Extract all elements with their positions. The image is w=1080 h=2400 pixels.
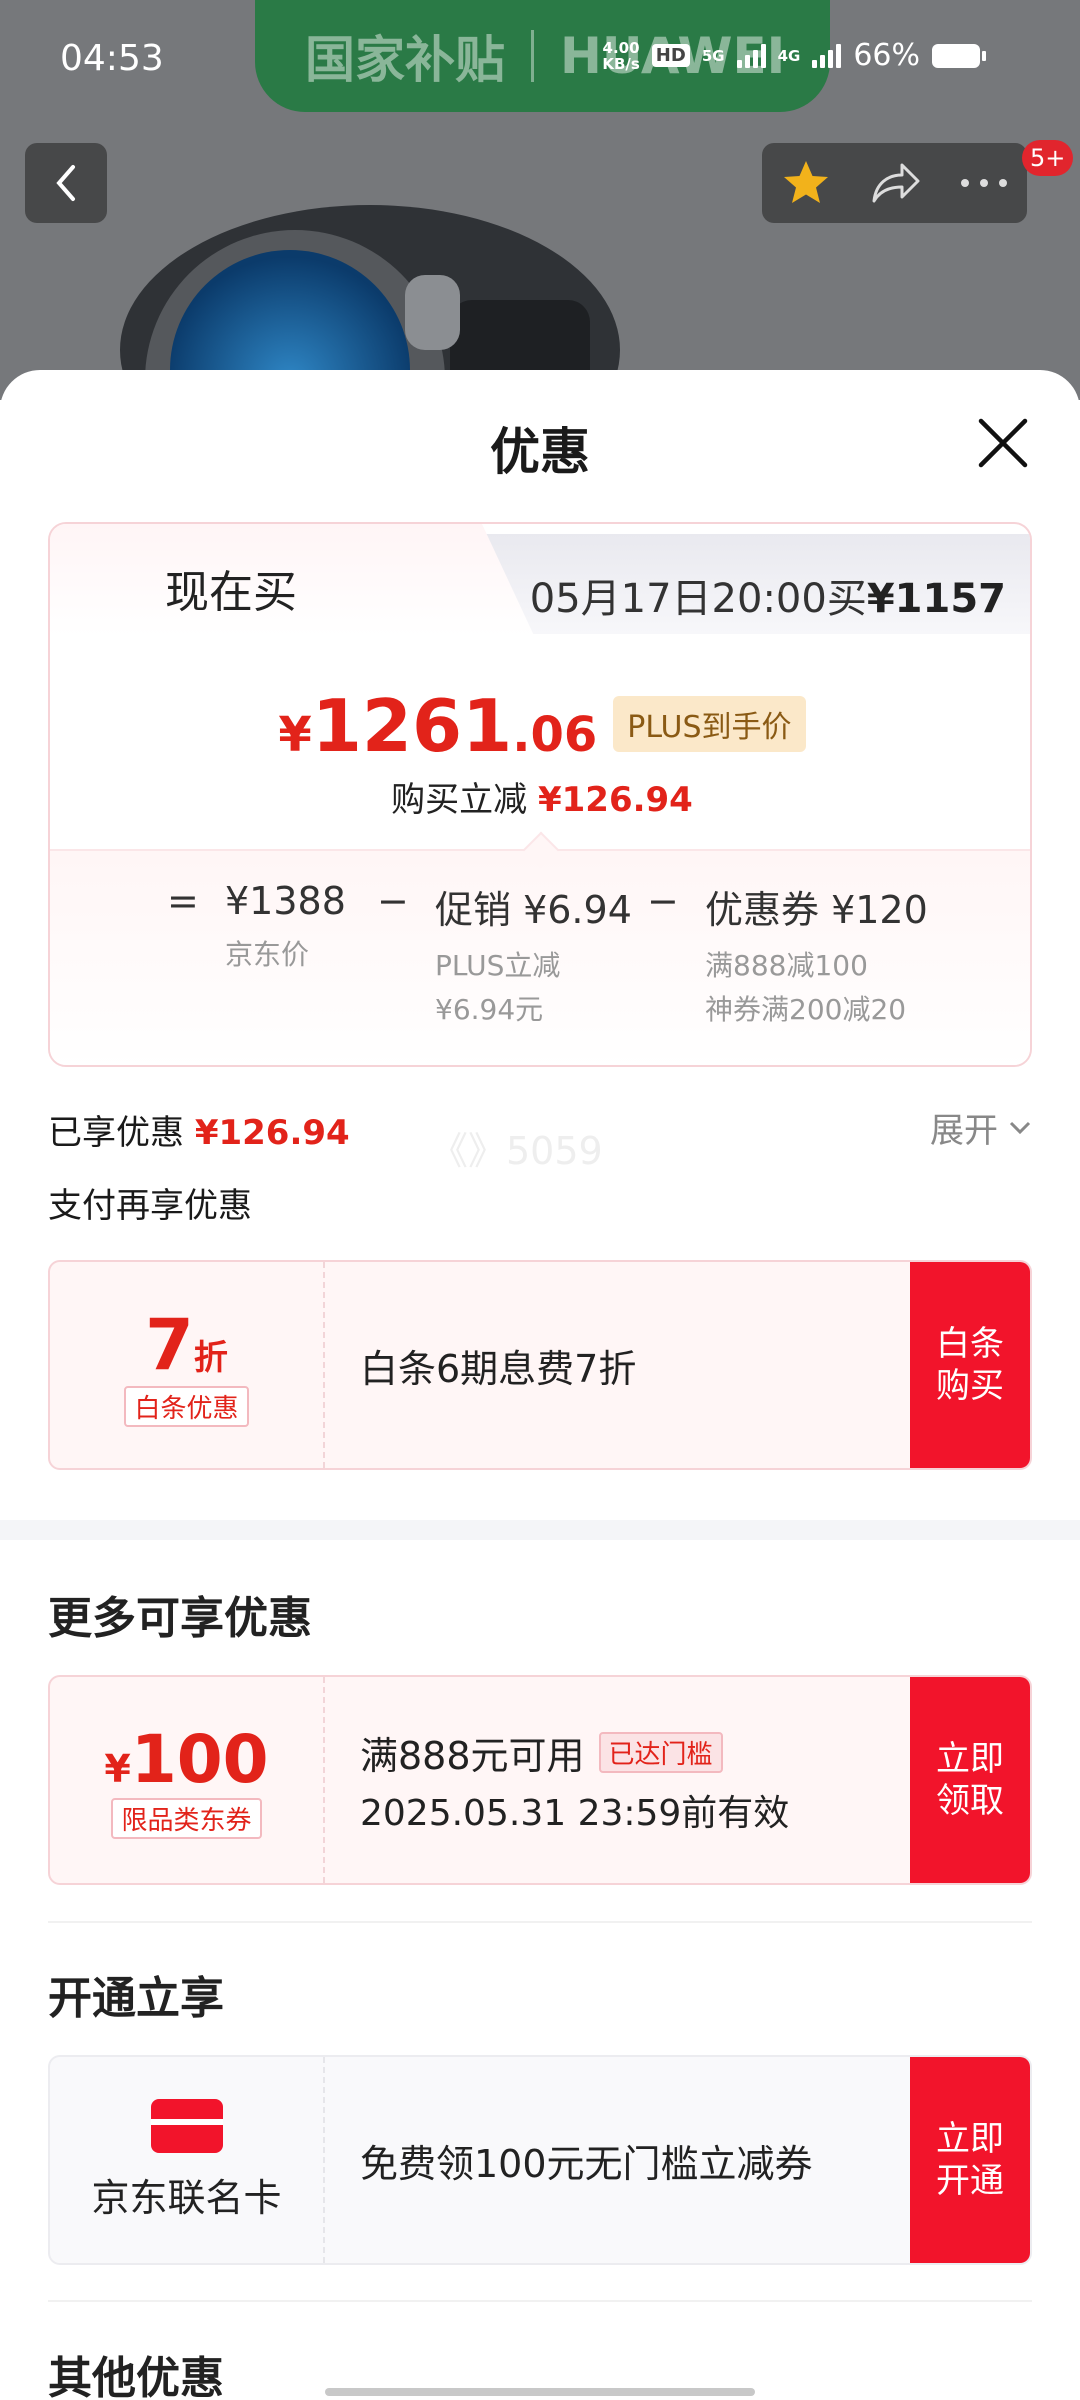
card-offer: 京东联名卡 免费领100元无门槛立减券 立即开通 [48, 2055, 1032, 2265]
chevron-down-icon [1009, 1121, 1031, 1134]
signal-bars-icon [812, 43, 842, 68]
baitiao-unit: 折 [193, 1337, 228, 1378]
star-icon[interactable] [780, 158, 832, 208]
baitiao-offer: 7折 白条优惠 白条6期息费7折 白条购买 [48, 1260, 1032, 1470]
breakdown-sub-line: 满888减100 [705, 949, 868, 982]
breakdown-sub: 满888减100 神券满200减20 [705, 944, 928, 1032]
breakdown-value: 优惠券 ¥120 [705, 888, 928, 932]
breakdown-sub-line: 神券满200减20 [705, 993, 907, 1026]
close-icon[interactable] [975, 415, 1031, 471]
reached-tag: 已达门槛 [598, 1731, 723, 1773]
credit-card-icon [150, 2098, 223, 2153]
card-left: 京东联名卡 [50, 2057, 325, 2263]
claim-coupon-button[interactable]: 立即领取 [910, 1677, 1030, 1883]
coupon-tag: 限品类东券 [111, 1798, 262, 1839]
enjoyed-amount: ¥126.94 [194, 1113, 350, 1153]
card-desc: 免费领100元无门槛立减券 [360, 2141, 813, 2186]
screen: 国家补贴 HUAWEI 04:53 4.00 KB/s HD 5G 4G 66%… [0, 0, 1080, 2400]
coupon-condition: 满888元可用 [360, 1733, 585, 1778]
enjoyed-discount: 已享优惠 ¥126.94 [48, 1105, 350, 1154]
signal-4g-label: 4G [777, 46, 801, 65]
reduction-amount: ¥126.94 [537, 780, 693, 820]
breakdown-item: − 促销 ¥6.94 PLUS立减 ¥6.94元 [377, 879, 632, 1032]
baitiao-discount: 7折 白条优惠 [50, 1262, 325, 1468]
price-breakdown: = ¥1388 京东价 − 促销 ¥6.94 PLUS立减 ¥6.94元 − 优… [50, 831, 1030, 1065]
breakdown-sub: PLUS立减 ¥6.94元 [435, 944, 632, 1032]
price-integer: 1261 [311, 684, 513, 768]
breakdown-item: − 优惠券 ¥120 满888减100 神券满200减20 [647, 879, 928, 1032]
coupon-validity: 2025.05.31 23:59前有效 [360, 1792, 790, 1834]
battery-icon [932, 43, 986, 68]
network-speed: 4.00 KB/s [602, 40, 639, 72]
home-indicator[interactable] [325, 2388, 755, 2396]
open-card-button[interactable]: 立即开通 [910, 2057, 1030, 2263]
back-button[interactable] [25, 143, 107, 223]
chevron-left-icon [56, 165, 75, 201]
signal-5g-label: 5G [701, 46, 725, 65]
baitiao-desc: 白条6期息费7折 [360, 1346, 637, 1391]
operator: − [377, 879, 409, 923]
status-bar: 04:53 4.00 KB/s HD 5G 4G 66% [0, 0, 1080, 125]
cart-badge: 5+ [1022, 140, 1074, 176]
breakdown-sub: 京东价 [225, 938, 310, 971]
card-name: 京东联名卡 [91, 2175, 282, 2220]
speed-unit: KB/s [602, 54, 640, 73]
breakdown-sub-line: PLUS立减 [435, 949, 561, 982]
baitiao-tag: 白条优惠 [124, 1385, 249, 1427]
signal-bars-icon [736, 43, 766, 68]
plus-price-tag: PLUS到手价 [613, 696, 806, 752]
price-card: 现在买 05月17日20:00买¥1157 ¥1261.06 PLUS到手价 购… [48, 522, 1032, 1067]
pointer-triangle [522, 831, 560, 869]
battery-percent: 66% [853, 38, 920, 73]
expand-label: 展开 [930, 1111, 998, 1151]
price-currency: ¥ [278, 707, 312, 763]
coupon-info: 满888元可用 已达门槛 2025.05.31 23:59前有效 [360, 1677, 789, 1883]
other-offers-title: 其他优惠 [48, 2353, 224, 2400]
final-price: ¥1261.06 PLUS到手价 [50, 684, 1030, 768]
speed-value: 4.00 [602, 38, 640, 57]
divider [48, 2300, 1032, 2302]
breakdown-value: ¥1388 [225, 879, 346, 923]
coupon-amount: 100 [130, 1721, 269, 1798]
baitiao-rate: 7 [145, 1303, 194, 1386]
tab-future-label[interactable]: 05月17日20:00买¥1157 [530, 566, 1006, 624]
future-date: 05月17日20:00买 [529, 576, 867, 622]
coupon-currency: ¥ [104, 1747, 131, 1791]
operator: = [167, 879, 199, 923]
operator: − [647, 879, 679, 923]
coupon-value: ¥100 限品类东券 [50, 1677, 325, 1883]
sheet-title: 优惠 [490, 423, 590, 481]
tab-now-label: 现在买 [165, 567, 297, 618]
coupon-offer: ¥100 限品类东券 满888元可用 已达门槛 2025.05.31 23:59前… [48, 1675, 1032, 1885]
breakdown-value: 促销 ¥6.94 [435, 888, 632, 932]
divider [48, 1921, 1032, 1923]
reduction-label: 购买立减 [391, 780, 528, 820]
section-divider [0, 1520, 1080, 1540]
baitiao-buy-button[interactable]: 白条购买 [910, 1262, 1030, 1468]
watermark: 《》5059 [430, 1129, 603, 1173]
status-icons: 4.00 KB/s HD 5G 4G 66% [602, 38, 986, 73]
open-benefits-title: 开通立享 [48, 1973, 224, 2024]
top-actions [762, 143, 1027, 223]
share-icon[interactable] [868, 161, 922, 205]
more-icon[interactable] [959, 177, 1009, 189]
enjoyed-label: 已享优惠 [48, 1113, 184, 1153]
purchase-reduction: 购买立减 ¥126.94 [50, 772, 1030, 821]
future-price: ¥1157 [866, 576, 1006, 622]
breakdown-sub-line: ¥6.94元 [435, 993, 544, 1026]
more-offers-title: 更多可享优惠 [48, 1593, 312, 1644]
hd-icon: HD [651, 44, 690, 67]
watch-crown [405, 275, 460, 350]
pay-more-title: 支付再享优惠 [48, 1186, 252, 1226]
expand-button[interactable]: 展开 [930, 1103, 1032, 1152]
price-decimal: .06 [512, 707, 598, 763]
breakdown-item: = ¥1388 京东价 [167, 879, 346, 977]
clock: 04:53 [60, 38, 164, 79]
